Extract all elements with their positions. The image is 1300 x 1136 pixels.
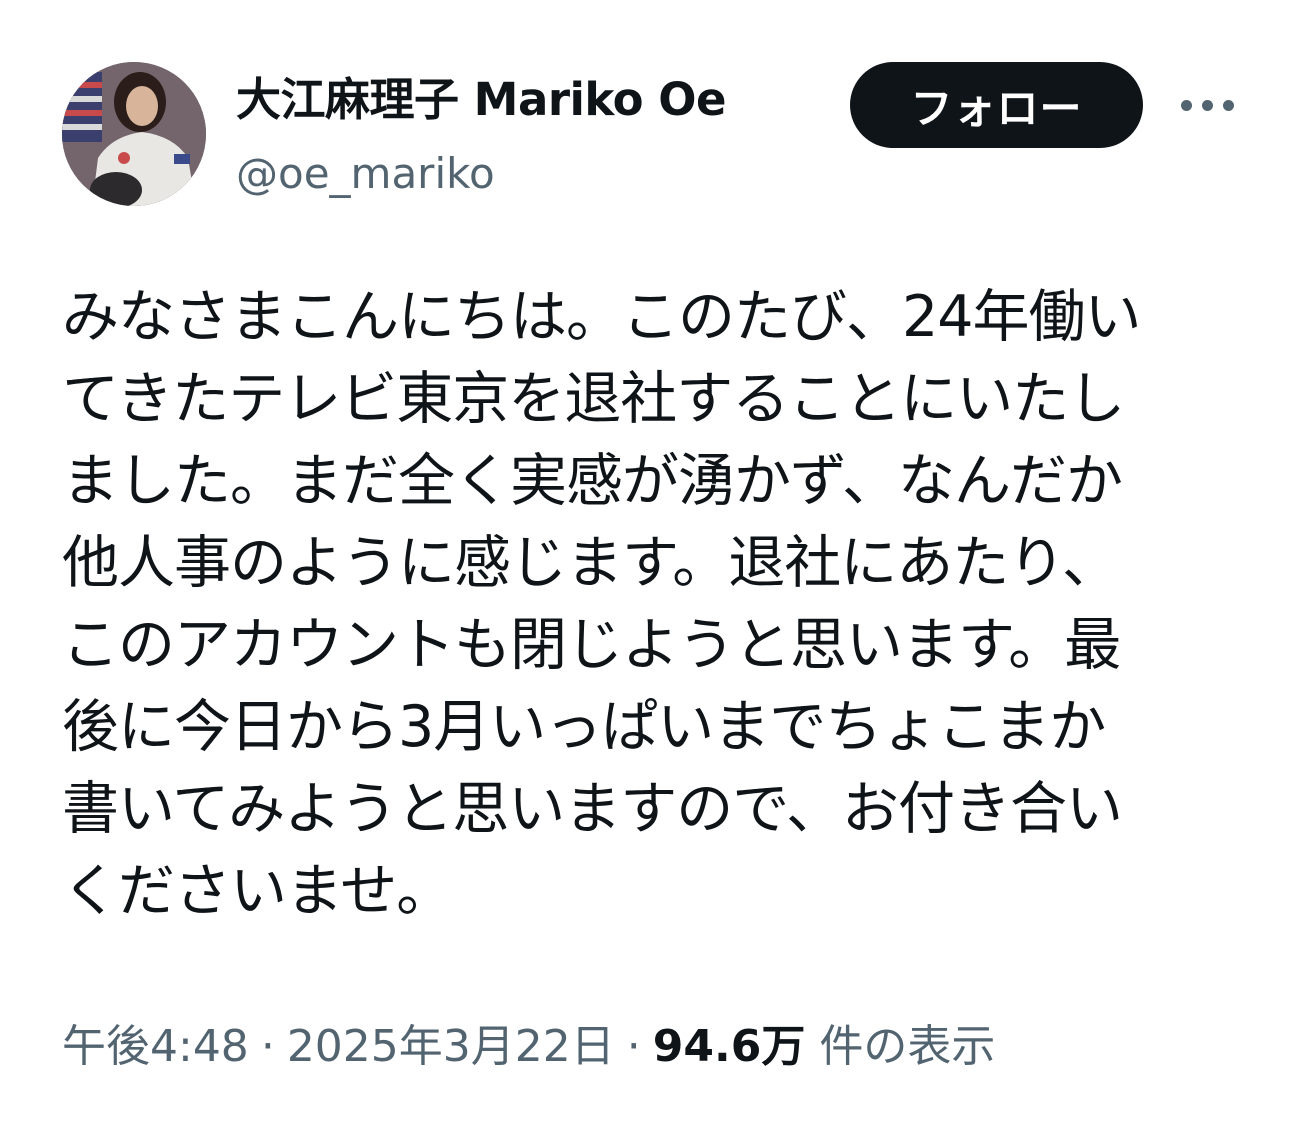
tweet-text: みなさまこんにちは。このたび、24年働い てきたテレビ東京を退社することにいたし… — [62, 276, 1242, 932]
meta-separator: · — [626, 1021, 641, 1072]
tweet-line: くださいませ。 — [62, 858, 453, 924]
tweet-line: ました。まだ全く実感が湧かず、なんだか — [62, 448, 1123, 514]
more-dot — [1222, 99, 1234, 111]
author-info: 大江麻理子 Mariko Oe @oe_mariko — [236, 70, 727, 202]
tweet-line: てきたテレビ東京を退社することにいたし — [62, 366, 1125, 432]
tweet-line: 後に今日から3月いっぱいまでちょこまか — [62, 694, 1106, 760]
meta-separator: · — [260, 1021, 275, 1072]
tweet-card: 大江麻理子 Mariko Oe @oe_mariko フォロー みなさまこんにち… — [0, 0, 1300, 1136]
follow-button[interactable]: フォロー — [850, 62, 1143, 148]
post-date-link[interactable]: 2025年3月22日 — [287, 1021, 615, 1072]
more-dot — [1180, 99, 1192, 111]
post-time-link[interactable]: 午後4:48 — [62, 1021, 249, 1072]
more-options-icon[interactable] — [1172, 82, 1242, 128]
views-count: 94.6万 — [652, 1021, 806, 1072]
tweet-line: 他人事のように感じます。退社にあたり、 — [62, 530, 1119, 596]
tweet-meta: 午後4:48 · 2025年3月22日 · 94.6万 件の表示 — [62, 1016, 995, 1078]
tweet-line: みなさまこんにちは。このたび、24年働い — [62, 284, 1142, 350]
more-dot — [1201, 99, 1213, 111]
views-label: 件の表示 — [819, 1021, 996, 1072]
tweet-line: 書いてみようと思いますので、お付き合い — [62, 776, 1123, 842]
tweet-line: このアカウントも閉じようと思います。最 — [62, 612, 1121, 678]
avatar[interactable] — [62, 62, 206, 206]
display-name[interactable]: 大江麻理子 Mariko Oe — [236, 70, 727, 130]
user-handle[interactable]: @oe_mariko — [236, 146, 726, 202]
avatar-image — [62, 62, 206, 206]
